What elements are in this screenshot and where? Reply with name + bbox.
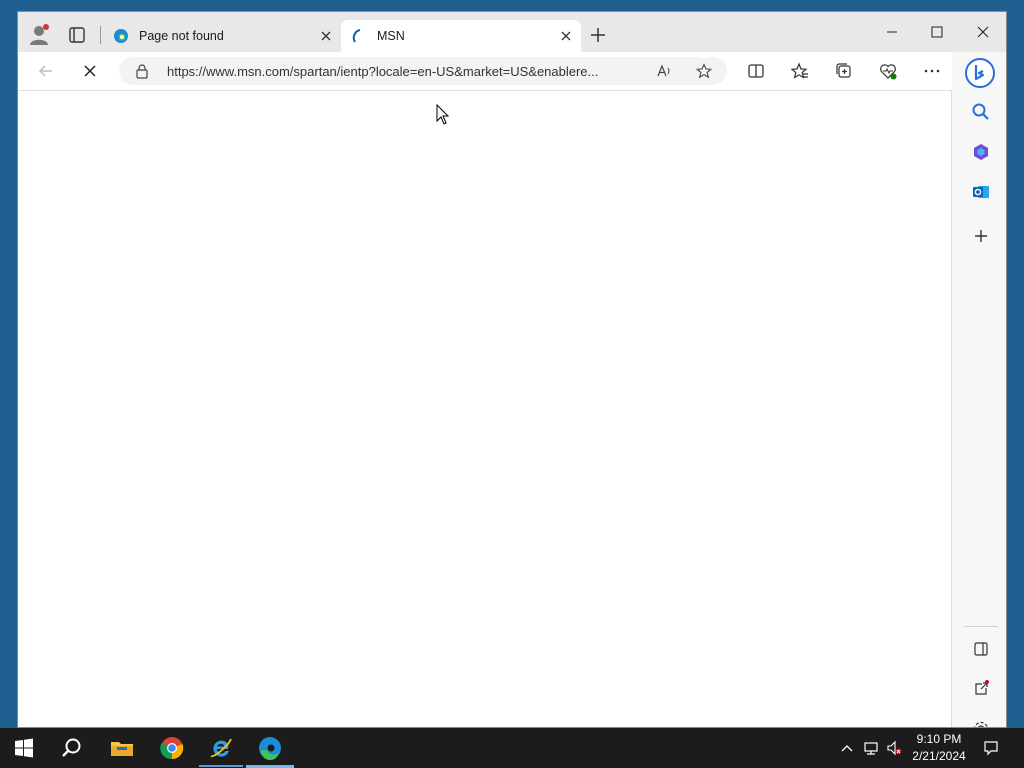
- notifications-icon[interactable]: [983, 740, 999, 756]
- settings-icon[interactable]: [971, 719, 991, 727]
- tab-title: MSN: [377, 29, 405, 43]
- mouse-cursor-icon: [436, 103, 450, 126]
- tab-page-not-found[interactable]: Page not found: [103, 20, 341, 52]
- browser-essentials-icon[interactable]: [879, 62, 897, 80]
- close-window-icon[interactable]: [975, 24, 991, 40]
- internet-explorer-icon[interactable]: [209, 736, 233, 760]
- back-icon[interactable]: [37, 62, 55, 80]
- stop-loading-icon[interactable]: [81, 62, 99, 80]
- profile-icon[interactable]: [27, 23, 51, 47]
- msn-loading-icon: [351, 28, 367, 44]
- tab-separator: [100, 26, 101, 44]
- favorite-star-icon[interactable]: [695, 63, 713, 79]
- clock-time: 9:10 PM: [916, 732, 962, 746]
- collections-icon[interactable]: [835, 62, 853, 80]
- bing-chat-icon[interactable]: [964, 57, 996, 89]
- read-aloud-icon[interactable]: [656, 63, 672, 79]
- lock-icon[interactable]: [135, 63, 149, 79]
- split-screen-icon[interactable]: [747, 62, 765, 80]
- close-tab-icon[interactable]: [319, 29, 333, 43]
- network-icon[interactable]: [863, 740, 879, 756]
- browser-window: Page not found MSN https://www.msn.com/s…: [17, 11, 1007, 728]
- edge-icon: [113, 28, 129, 44]
- new-tab-icon[interactable]: [589, 26, 607, 44]
- volume-muted-icon[interactable]: [886, 740, 902, 756]
- copilot-icon[interactable]: [971, 142, 991, 162]
- notification-dot: [43, 24, 49, 30]
- clock-date: 2/21/2024: [912, 749, 966, 763]
- tab-title: Page not found: [139, 29, 224, 43]
- maximize-icon[interactable]: [929, 24, 945, 40]
- navigation-toolbar: https://www.msn.com/spartan/ientp?locale…: [18, 52, 1006, 90]
- search-icon[interactable]: [60, 736, 84, 760]
- show-hidden-icons-icon[interactable]: [839, 740, 855, 756]
- favorites-icon[interactable]: [790, 62, 809, 80]
- taskbar: 9:10 PM 2/21/2024: [0, 728, 1024, 768]
- chrome-icon[interactable]: [160, 736, 184, 760]
- tab-strip: Page not found MSN: [18, 12, 1006, 52]
- hide-sidebar-icon[interactable]: [971, 639, 991, 659]
- search-icon[interactable]: [971, 102, 991, 122]
- file-explorer-icon[interactable]: [110, 736, 134, 760]
- system-clock[interactable]: 9:10 PM 2/21/2024: [904, 731, 974, 765]
- minimize-icon[interactable]: [884, 24, 900, 40]
- address-bar[interactable]: https://www.msn.com/spartan/ientp?locale…: [119, 57, 727, 85]
- edge-sidebar: [952, 52, 1006, 727]
- url-text[interactable]: https://www.msn.com/spartan/ientp?locale…: [167, 64, 639, 79]
- close-tab-icon[interactable]: [559, 29, 573, 43]
- edge-icon[interactable]: [258, 736, 282, 761]
- tab-msn[interactable]: MSN: [341, 20, 581, 52]
- start-icon[interactable]: [12, 736, 36, 760]
- more-icon[interactable]: [923, 62, 941, 80]
- tab-actions-icon[interactable]: [68, 26, 86, 44]
- sidebar-divider: [964, 626, 998, 627]
- outlook-icon[interactable]: [971, 182, 991, 202]
- add-icon[interactable]: [971, 226, 991, 246]
- page-content[interactable]: [18, 90, 952, 727]
- open-external-icon[interactable]: [971, 679, 991, 699]
- taskbar-running-indicator: [199, 765, 243, 767]
